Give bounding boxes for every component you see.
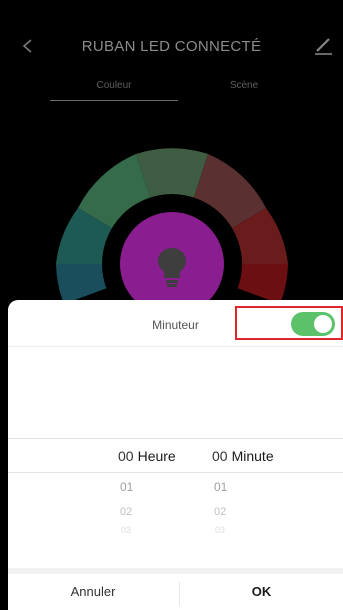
timer-toggle[interactable]	[291, 312, 335, 336]
ok-button[interactable]: OK	[180, 574, 343, 610]
minute-option[interactable]: 01	[214, 480, 227, 494]
picker-selection-bottom	[8, 472, 343, 473]
edit-icon[interactable]	[313, 36, 333, 56]
minute-option[interactable]: 02	[214, 506, 226, 518]
hour-option[interactable]: 03	[121, 525, 131, 535]
minute-option[interactable]: 03	[215, 525, 225, 535]
picker-selection-top	[8, 438, 343, 439]
minute-value: 00	[212, 448, 228, 464]
minute-unit: Minute	[231, 448, 274, 464]
cancel-button[interactable]: Annuler	[8, 574, 178, 610]
hour-option[interactable]: 02	[120, 506, 132, 518]
tab-scene[interactable]: Scène	[180, 80, 308, 91]
toggle-knob	[314, 315, 332, 333]
hour-picker[interactable]: 00 Heure	[118, 448, 188, 464]
hour-value: 00	[118, 448, 134, 464]
tab-couleur[interactable]: Couleur	[50, 80, 178, 91]
hour-unit: Heure	[137, 448, 176, 464]
active-tab-indicator	[50, 100, 178, 101]
page-title: RUBAN LED CONNECTÉ	[81, 38, 262, 55]
app-header: RUBAN LED CONNECTÉ Couleur Scène	[0, 0, 343, 110]
hour-option[interactable]: 01	[120, 480, 133, 494]
minute-picker[interactable]: 00 Minute	[212, 448, 292, 464]
